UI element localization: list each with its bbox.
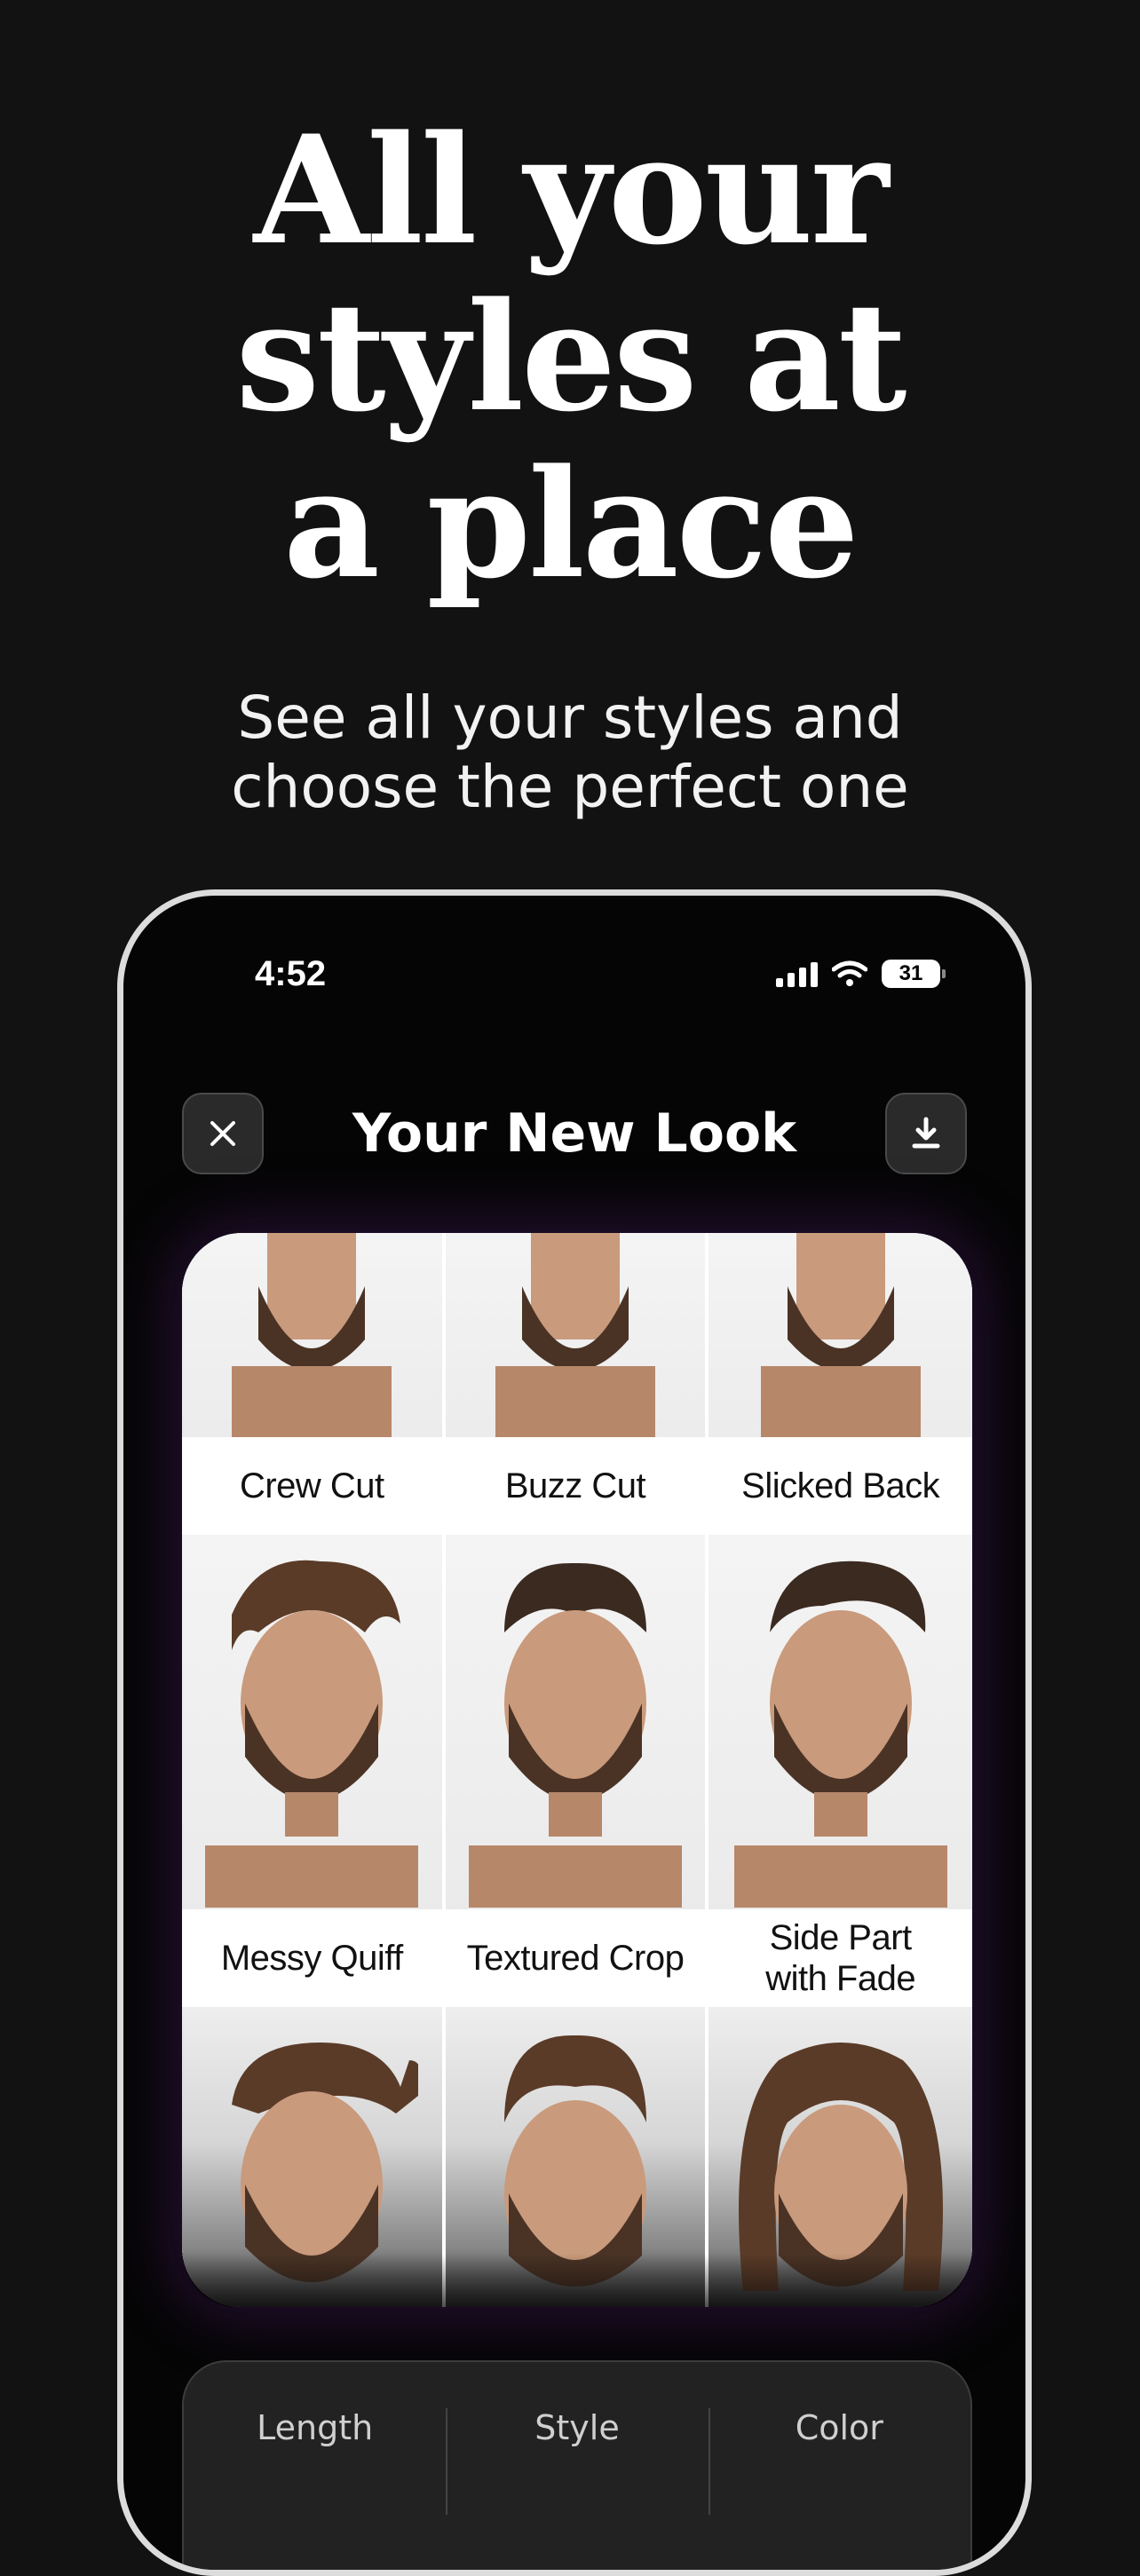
hero-title-line: styles at (235, 269, 906, 445)
battery-icon: 31 (882, 960, 946, 988)
style-card-slicked-back[interactable]: Slicked Back (709, 1233, 972, 1535)
styles-grid: Crew Cut Buzz Cut Slicked Back Messy Qui… (182, 1233, 972, 2307)
style-photo (182, 2007, 442, 2307)
style-photo (445, 2007, 706, 2307)
style-card[interactable] (445, 2007, 709, 2307)
options-bar: Length Style Color (182, 2360, 972, 2570)
style-photo (709, 2007, 972, 2307)
hero-subtitle-line: See all your styles and (237, 684, 903, 752)
style-card[interactable] (182, 2007, 446, 2307)
status-icons: 31 (776, 960, 946, 988)
style-label: Side Part with Fade (709, 1909, 972, 2007)
style-card-crew-cut[interactable]: Crew Cut (182, 1233, 446, 1535)
style-label: Crew Cut (182, 1437, 442, 1535)
hero-title: All your styles at a place (0, 107, 1140, 607)
option-length[interactable]: Length (184, 2362, 446, 2570)
hero-subtitle-line: choose the perfect one (231, 753, 909, 821)
style-card-side-part-with-fade[interactable]: Side Part with Fade (709, 1535, 972, 2007)
style-label: Textured Crop (445, 1909, 706, 2007)
style-card-messy-quiff[interactable]: Messy Quiff (182, 1535, 446, 2007)
style-label: Slicked Back (709, 1437, 972, 1535)
hero-subtitle: See all your styles and choose the perfe… (0, 684, 1140, 822)
style-card[interactable] (709, 2007, 972, 2307)
phone-mockup: 4:52 31 Your New Look Crew Cut Buzz Cut … (117, 889, 1032, 2576)
style-label: Messy Quiff (182, 1909, 442, 2007)
hero-title-line: All your (253, 102, 890, 278)
hero-title-line: a place (283, 436, 859, 612)
option-color[interactable]: Color (708, 2362, 970, 2570)
download-icon (912, 1117, 940, 1149)
option-style[interactable]: Style (446, 2362, 708, 2570)
style-card-buzz-cut[interactable]: Buzz Cut (445, 1233, 709, 1535)
style-card-textured-crop[interactable]: Textured Crop (445, 1535, 709, 2007)
download-button[interactable] (885, 1093, 967, 1174)
status-time: 4:52 (255, 954, 327, 993)
signal-icon (776, 960, 818, 987)
style-label: Buzz Cut (445, 1437, 706, 1535)
wifi-icon (832, 960, 867, 986)
